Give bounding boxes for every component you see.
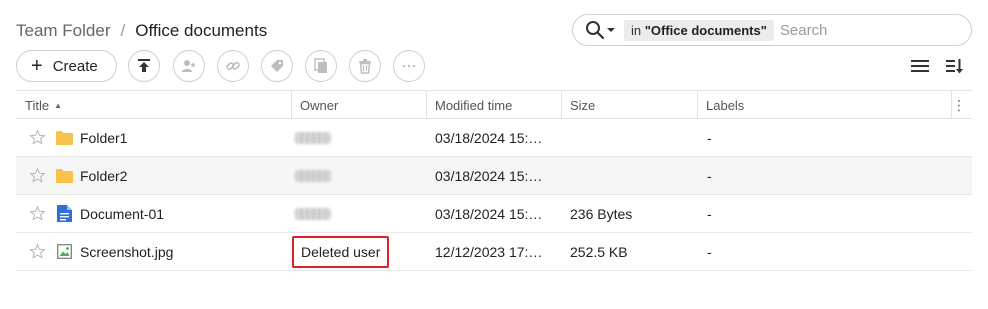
- document-icon: [57, 205, 72, 222]
- file-size: 252.5 KB: [570, 243, 628, 260]
- modified-time: 03/18/2024 15:…: [435, 205, 543, 222]
- column-title[interactable]: Title ▲: [16, 91, 62, 119]
- modified-time: 12/12/2023 17:…: [435, 243, 543, 260]
- copy-button[interactable]: [305, 50, 337, 82]
- tag-icon: [271, 60, 283, 72]
- search-scope-value: "Office documents": [644, 22, 767, 38]
- create-label: Create: [52, 57, 98, 75]
- search-scope-prefix: in: [631, 22, 642, 38]
- table-row[interactable]: Folder2 03/18/2024 15:… -: [16, 157, 972, 195]
- owner-cell: [295, 195, 331, 232]
- file-name[interactable]: Folder2: [80, 157, 127, 194]
- deleted-user-owner: Deleted user: [292, 235, 390, 268]
- modified-time: 03/18/2024 15:…: [435, 167, 543, 184]
- modified-time: 03/18/2024 15:…: [435, 129, 543, 146]
- file-labels: -: [707, 205, 712, 222]
- star-icon[interactable]: [29, 243, 46, 260]
- sort-ascending-icon: ▲: [54, 100, 62, 110]
- owner-cell: Deleted user: [292, 233, 390, 270]
- file-name[interactable]: Folder1: [80, 119, 127, 156]
- column-labels-label: Labels: [706, 97, 745, 113]
- column-labels[interactable]: Labels: [697, 91, 744, 119]
- blurred-owner-name: [295, 169, 331, 182]
- link-button[interactable]: [217, 50, 249, 82]
- breadcrumb-separator: /: [120, 21, 126, 40]
- column-owner[interactable]: Owner: [291, 91, 338, 119]
- column-size[interactable]: Size: [561, 91, 595, 119]
- copy-icon: [314, 58, 327, 73]
- file-labels: -: [707, 243, 712, 260]
- share-user-icon: [182, 60, 195, 72]
- share-user-button[interactable]: [173, 50, 205, 82]
- column-owner-label: Owner: [300, 97, 339, 113]
- upload-icon: [138, 59, 150, 72]
- search-icon[interactable]: [585, 20, 605, 40]
- table-row[interactable]: Folder1 03/18/2024 15:… -: [16, 119, 972, 157]
- breadcrumb-current: Office documents: [135, 21, 268, 40]
- file-table: Title ▲ Owner Modified time Size Labels …: [16, 90, 972, 271]
- column-options-icon[interactable]: ⋮: [952, 98, 966, 112]
- tag-button[interactable]: [261, 50, 293, 82]
- search-input[interactable]: [779, 21, 970, 39]
- table-header: Title ▲ Owner Modified time Size Labels …: [16, 90, 972, 119]
- link-icon: [226, 61, 240, 71]
- file-labels: -: [707, 129, 712, 146]
- star-icon[interactable]: [29, 129, 46, 146]
- more-icon: [402, 64, 416, 68]
- file-size: 236 Bytes: [570, 205, 633, 222]
- file-labels: -: [707, 167, 712, 184]
- more-button[interactable]: [393, 50, 425, 82]
- image-file-icon: [57, 244, 72, 259]
- chevron-down-icon[interactable]: [607, 27, 615, 33]
- owner-cell: [295, 119, 331, 156]
- breadcrumb: Team Folder / Office documents: [16, 20, 267, 42]
- sort-icon[interactable]: [946, 57, 964, 75]
- file-name[interactable]: Screenshot.jpg: [80, 233, 173, 270]
- create-button[interactable]: + Create: [16, 50, 117, 82]
- folder-icon: [56, 131, 73, 145]
- column-modified[interactable]: Modified time: [426, 91, 512, 119]
- file-name[interactable]: Document-01: [80, 195, 164, 232]
- table-row[interactable]: Document-01 03/18/2024 15:… 236 Bytes -: [16, 195, 972, 233]
- table-row[interactable]: Screenshot.jpg Deleted user 12/12/2023 1…: [16, 233, 972, 271]
- trash-icon: [359, 59, 371, 74]
- blurred-owner-name: [295, 207, 331, 220]
- star-icon[interactable]: [29, 205, 46, 222]
- search-scope-chip: in "Office documents": [624, 19, 774, 41]
- delete-button[interactable]: [349, 50, 381, 82]
- search-bar[interactable]: in "Office documents": [572, 14, 972, 46]
- column-modified-label: Modified time: [435, 97, 513, 113]
- owner-cell: [295, 157, 331, 194]
- list-view-icon[interactable]: [911, 57, 929, 75]
- upload-button[interactable]: [128, 50, 160, 82]
- breadcrumb-team-folder[interactable]: Team Folder: [16, 21, 110, 41]
- column-size-label: Size: [570, 97, 596, 113]
- folder-icon: [56, 169, 73, 183]
- column-title-label: Title: [25, 97, 50, 113]
- plus-icon: +: [31, 55, 43, 77]
- star-icon[interactable]: [29, 167, 46, 184]
- blurred-owner-name: [295, 131, 331, 144]
